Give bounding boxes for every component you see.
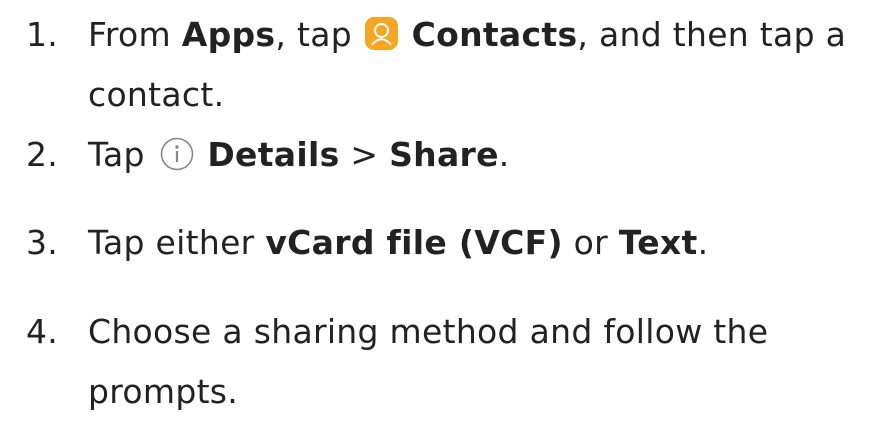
step-text: Tap Details > Share. [88,125,868,185]
text-label: Text [618,223,698,262]
step-text: Choose a sharing method and follow the [88,312,769,351]
step-text-continued: contact. [88,75,225,114]
step-number: 4. [26,312,59,351]
step-number: 2. [26,135,59,174]
step-text-continued: prompts. [88,372,239,411]
step-text: From Apps, tap Contacts, and then tap a [88,15,847,54]
step-number: 1. [26,15,59,54]
vcard-label: vCard file (VCF) [265,223,563,262]
step-text: Tap either vCard file (VCF) or Text. [88,223,709,262]
details-label: Details [207,135,340,174]
contacts-app-icon [364,17,398,50]
info-circle-icon [160,130,194,171]
instruction-steps: 1. From Apps, tap Contacts, and then tap… [0,0,878,425]
apps-label: Apps [181,15,276,54]
share-label: Share [389,135,499,174]
step-number: 3. [26,223,59,262]
contacts-label: Contacts [411,15,578,54]
